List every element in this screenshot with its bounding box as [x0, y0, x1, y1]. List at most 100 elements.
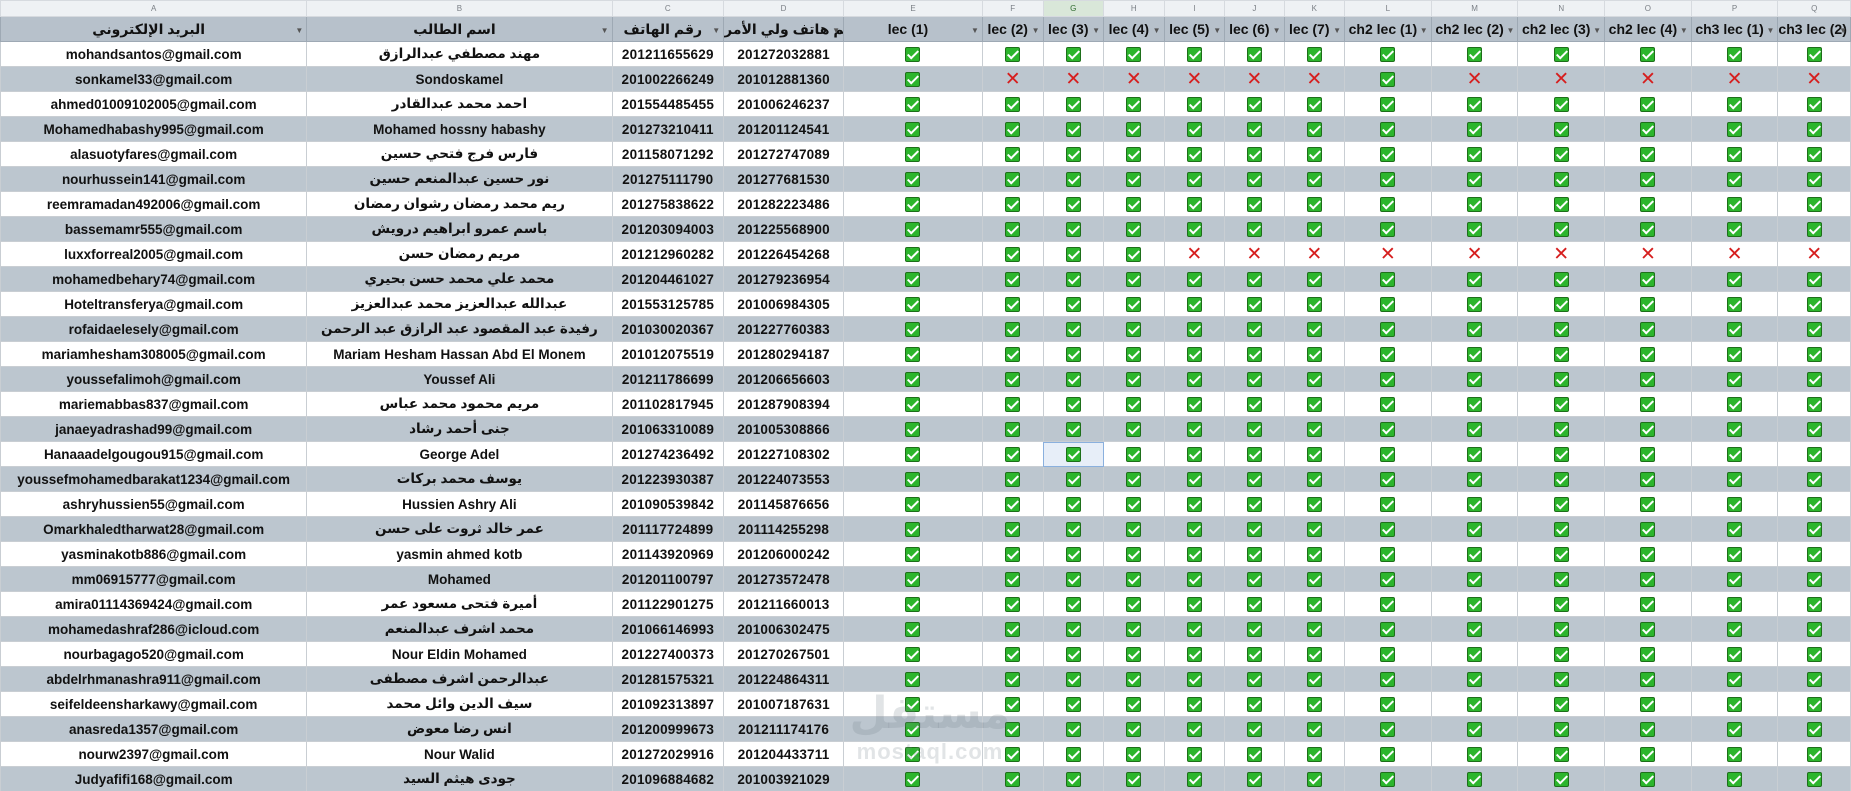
attendance-cell[interactable]	[981, 341, 1044, 367]
attendance-cell[interactable]	[1344, 391, 1432, 417]
attendance-cell[interactable]	[1690, 491, 1779, 517]
attendance-cell[interactable]	[1777, 691, 1851, 717]
attendance-cell[interactable]	[1517, 466, 1606, 492]
attendance-cell[interactable]	[1103, 741, 1165, 767]
attendance-cell[interactable]	[1517, 766, 1606, 791]
attendance-cell[interactable]	[981, 366, 1044, 392]
attendance-cell[interactable]	[1777, 266, 1851, 292]
attendance-cell[interactable]	[843, 666, 983, 692]
attendance-cell[interactable]	[1042, 91, 1105, 117]
attendance-cell[interactable]	[1042, 341, 1105, 367]
attendance-cell[interactable]	[1690, 366, 1779, 392]
attendance-cell[interactable]	[1777, 441, 1851, 467]
attendance-cell[interactable]	[1517, 291, 1606, 317]
attendance-cell[interactable]	[1283, 41, 1346, 67]
email-cell[interactable]: mohamedashraf286@icloud.com	[0, 616, 308, 642]
attendance-cell[interactable]	[1430, 666, 1519, 692]
attendance-cell[interactable]	[1690, 591, 1779, 617]
filter-dropdown-icon[interactable]: ▼	[1593, 26, 1601, 35]
attendance-cell[interactable]	[981, 516, 1044, 542]
attendance-cell[interactable]	[1604, 441, 1692, 467]
attendance-cell[interactable]: ✕	[1042, 66, 1105, 92]
phone-cell[interactable]: 201275111790	[611, 166, 725, 192]
attendance-cell[interactable]	[1777, 766, 1851, 791]
attendance-cell[interactable]	[1777, 166, 1851, 192]
column-letter-p[interactable]: P	[1690, 0, 1779, 17]
phone-cell[interactable]: 201143920969	[611, 541, 725, 567]
attendance-cell[interactable]	[1344, 266, 1432, 292]
attendance-cell[interactable]	[1690, 216, 1779, 242]
attendance-cell[interactable]	[1283, 741, 1346, 767]
phone-cell[interactable]: 201554485455	[611, 91, 725, 117]
parent-phone-cell[interactable]: 201204433711	[723, 741, 845, 767]
attendance-cell[interactable]: ✕	[1283, 241, 1346, 267]
student-name-cell[interactable]: يوسف محمد بركات	[306, 466, 613, 492]
attendance-cell[interactable]	[1517, 616, 1606, 642]
student-name-cell[interactable]: مهند مصطفي عبدالرازق	[306, 41, 613, 67]
attendance-cell[interactable]	[1517, 366, 1606, 392]
attendance-cell[interactable]	[843, 766, 983, 791]
student-name-cell[interactable]: Youssef Ali	[306, 366, 613, 392]
student-name-cell[interactable]: Hussien Ashry Ali	[306, 491, 613, 517]
attendance-cell[interactable]	[1283, 166, 1346, 192]
filter-dropdown-icon[interactable]: ▼	[1766, 26, 1774, 35]
attendance-cell[interactable]	[1604, 191, 1692, 217]
email-cell[interactable]: abdelrhmanashra911@gmail.com	[0, 666, 308, 692]
attendance-cell[interactable]	[1517, 641, 1606, 667]
attendance-cell[interactable]	[1283, 316, 1346, 342]
attendance-cell[interactable]	[1604, 41, 1692, 67]
attendance-cell[interactable]	[1103, 416, 1165, 442]
attendance-cell[interactable]	[1042, 291, 1105, 317]
attendance-cell[interactable]	[1430, 516, 1519, 542]
attendance-cell[interactable]	[1163, 666, 1226, 692]
parent-phone-cell[interactable]: 201224073553	[723, 466, 845, 492]
column-letter-g[interactable]: G	[1042, 0, 1105, 17]
filter-dropdown-icon[interactable]: ▼	[1153, 26, 1161, 35]
column-header[interactable]: lec (2) ▼	[981, 16, 1044, 42]
student-name-cell[interactable]: أميرة فتحى مسعود عمر	[306, 591, 613, 617]
parent-phone-cell[interactable]: 201145876656	[723, 491, 845, 517]
attendance-cell[interactable]	[1224, 341, 1285, 367]
attendance-cell[interactable]	[1777, 641, 1851, 667]
attendance-cell[interactable]	[1224, 566, 1285, 592]
attendance-cell[interactable]	[1430, 641, 1519, 667]
email-cell[interactable]: ahmed01009102005@gmail.com	[0, 91, 308, 117]
attendance-cell[interactable]	[1103, 716, 1165, 742]
attendance-cell[interactable]	[1042, 616, 1105, 642]
attendance-cell[interactable]	[1344, 716, 1432, 742]
attendance-cell[interactable]	[1103, 266, 1165, 292]
phone-cell[interactable]: 201063310089	[611, 416, 725, 442]
attendance-cell[interactable]	[1604, 591, 1692, 617]
attendance-cell[interactable]	[843, 291, 983, 317]
attendance-cell[interactable]	[1344, 616, 1432, 642]
attendance-cell[interactable]	[1283, 716, 1346, 742]
attendance-cell[interactable]	[981, 491, 1044, 517]
attendance-cell[interactable]	[1430, 741, 1519, 767]
column-header[interactable]: ch3 lec (1) ▼	[1690, 16, 1779, 42]
column-header[interactable]: رقم الهاتف ▼	[611, 16, 725, 42]
attendance-cell[interactable]	[1777, 291, 1851, 317]
student-name-cell[interactable]: فارس فرج فتحي حسين	[306, 141, 613, 167]
phone-cell[interactable]: 201212960282	[611, 241, 725, 267]
attendance-cell[interactable]	[1344, 666, 1432, 692]
attendance-cell[interactable]	[1430, 141, 1519, 167]
attendance-cell[interactable]	[1163, 591, 1226, 617]
parent-phone-cell[interactable]: 201270267501	[723, 641, 845, 667]
attendance-cell[interactable]	[1103, 166, 1165, 192]
attendance-cell[interactable]	[1604, 741, 1692, 767]
attendance-cell[interactable]	[1690, 716, 1779, 742]
attendance-cell[interactable]	[1430, 591, 1519, 617]
attendance-cell[interactable]	[1430, 541, 1519, 567]
attendance-cell[interactable]	[1604, 391, 1692, 417]
attendance-cell[interactable]	[1042, 491, 1105, 517]
attendance-cell[interactable]	[1690, 541, 1779, 567]
attendance-cell[interactable]	[1163, 741, 1226, 767]
attendance-cell[interactable]	[1224, 541, 1285, 567]
student-name-cell[interactable]: انس رضا معوض	[306, 716, 613, 742]
parent-phone-cell[interactable]: 201227760383	[723, 316, 845, 342]
student-name-cell[interactable]: Mariam Hesham Hassan Abd El Monem	[306, 341, 613, 367]
attendance-cell[interactable]	[1042, 141, 1105, 167]
attendance-cell[interactable]	[1517, 141, 1606, 167]
column-header[interactable]: ch2 lec (2) ▼	[1430, 16, 1519, 42]
attendance-cell[interactable]	[981, 466, 1044, 492]
